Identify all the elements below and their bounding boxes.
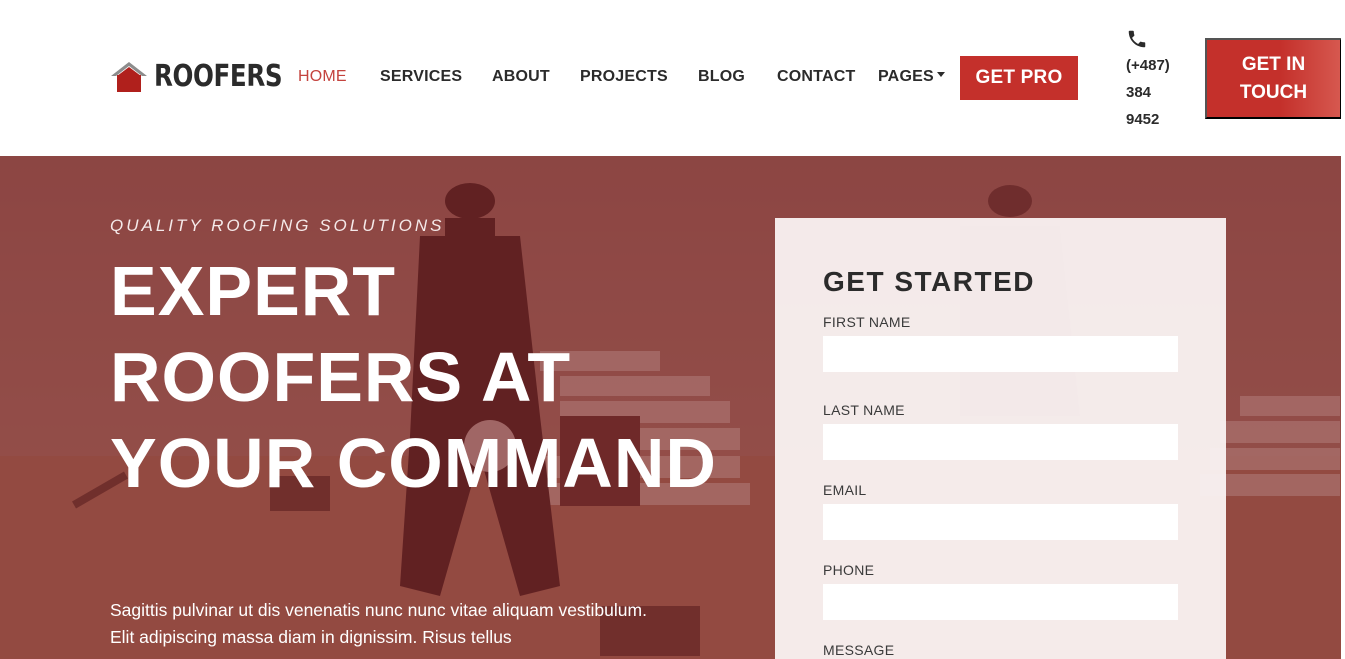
phone-icon [1128,30,1146,48]
email-field[interactable] [823,504,1178,540]
hero-tagline: QUALITY ROOFING SOLUTIONS [110,216,445,235]
hero-section: QUALITY ROOFING SOLUTIONS EXPERT ROOFERS… [0,156,1341,659]
get-started-form: GET STARTED FIRST NAME LAST NAME EMAIL P… [775,218,1226,659]
nav-item-contact[interactable]: CONTACT [777,68,855,86]
house-roof-icon [111,62,147,92]
hero-headline: EXPERT ROOFERS AT YOUR COMMAND [110,252,717,502]
first-name-label: FIRST NAME [823,314,911,330]
nav-item-projects[interactable]: PROJECTS [580,68,668,86]
nav-item-blog[interactable]: BLOG [698,68,745,86]
last-name-label: LAST NAME [823,402,905,418]
nav-item-about[interactable]: ABOUT [492,68,550,86]
site-header: ROOFERS HOME SERVICES ABOUT PROJECTS BLO… [0,0,1345,156]
message-label: MESSAGE [823,642,895,658]
get-pro-button[interactable]: GET PRO [960,56,1078,100]
nav-item-services[interactable]: SERVICES [380,68,462,86]
last-name-field[interactable] [823,424,1178,460]
phone-contact: (+487) 384 9452 [1126,28,1186,133]
phone-field[interactable] [823,584,1178,620]
first-name-field[interactable] [823,336,1178,372]
brand-name: ROOFERS [154,59,283,94]
hero-description: Sagittis pulvinar ut dis venenatis nunc … [110,600,647,647]
email-label: EMAIL [823,482,867,498]
nav-item-home[interactable]: HOME [298,68,347,86]
get-in-touch-button[interactable]: GET IN TOUCH [1205,38,1342,119]
chevron-down-icon [936,72,945,78]
phone-label: PHONE [823,562,875,578]
logo[interactable]: ROOFERS [110,60,310,94]
form-title: GET STARTED [823,266,1035,297]
nav-item-pages-label: PAGES [878,68,934,85]
page-edge [1341,0,1345,659]
phone-number[interactable]: (+487) 384 9452 [1126,52,1186,133]
nav-item-pages[interactable]: PAGES [878,68,945,86]
